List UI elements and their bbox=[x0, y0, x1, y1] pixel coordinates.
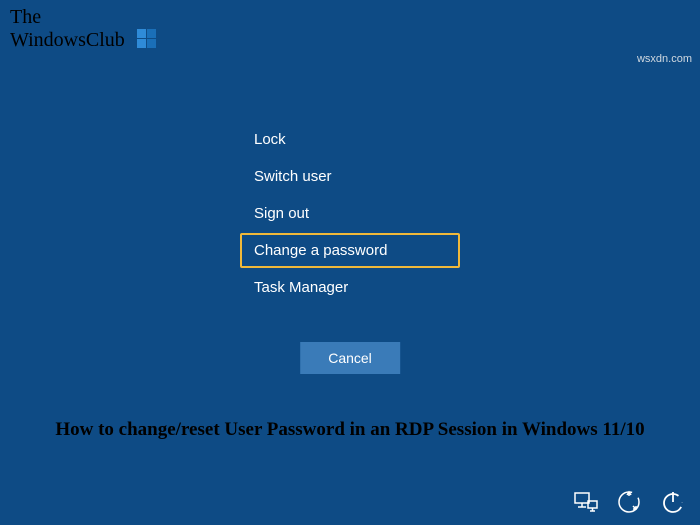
menu-item-lock[interactable]: Lock bbox=[240, 122, 460, 157]
power-icon[interactable] bbox=[660, 489, 686, 515]
logo-line2: WindowsClub bbox=[10, 29, 125, 51]
network-icon[interactable] bbox=[572, 489, 598, 515]
bottom-icon-bar bbox=[572, 489, 686, 515]
menu-item-sign-out[interactable]: Sign out bbox=[240, 196, 460, 231]
cancel-button[interactable]: Cancel bbox=[300, 342, 400, 374]
site-logo: The WindowsClub bbox=[10, 6, 158, 55]
security-menu: Lock Switch user Sign out Change a passw… bbox=[240, 122, 460, 307]
menu-item-change-password[interactable]: Change a password bbox=[240, 233, 460, 268]
menu-item-task-manager[interactable]: Task Manager bbox=[240, 270, 460, 305]
article-caption: How to change/reset User Password in an … bbox=[0, 418, 700, 443]
menu-item-switch-user[interactable]: Switch user bbox=[240, 159, 460, 194]
windows-logo-icon bbox=[136, 28, 158, 55]
logo-line1: The bbox=[10, 6, 158, 28]
ease-of-access-icon[interactable] bbox=[616, 489, 642, 515]
watermark-text: wsxdn.com bbox=[637, 53, 692, 65]
